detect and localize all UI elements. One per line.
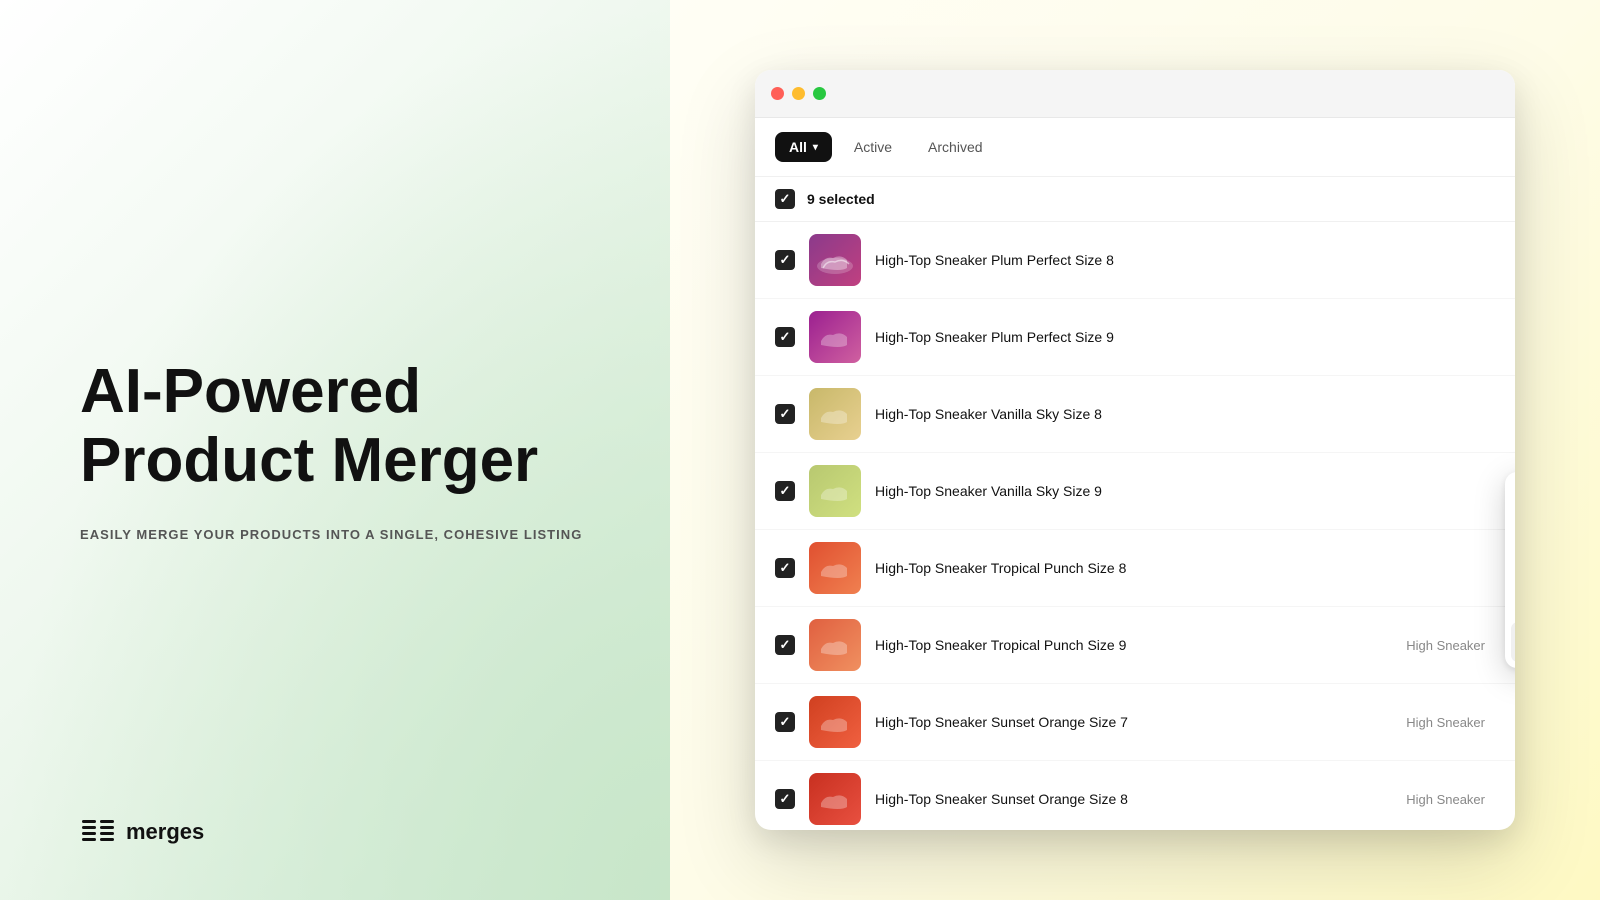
product-name-4: High-Top Sneaker Vanilla Sky Size 9 [875,483,1495,499]
menu-item-archive[interactable]: Archive Products [1511,478,1515,514]
row-checkbox-7[interactable] [775,712,795,732]
row-checkbox-4[interactable] [775,481,795,501]
context-menu: Archive Products Delete Products Add tag… [1505,472,1515,668]
chevron-down-icon: ▾ [813,142,818,153]
table-row: High-Top Sneaker Sunset Orange Size 8 Hi… [755,761,1515,830]
hero-subtitle: EASILY MERGE YOUR PRODUCTS INTO A SINGLE… [80,527,590,542]
product-type-6: High Sneaker [1406,638,1485,653]
table-row: High-Top Sneaker Tropical Punch Size 9 H… [755,607,1515,684]
menu-item-remove-tags[interactable]: Remove tags [1511,586,1515,622]
selected-count: 9 selected [807,191,875,207]
tab-all[interactable]: All ▾ [775,132,832,162]
product-name-8: High-Top Sneaker Sunset Orange Size 8 [875,791,1392,807]
product-name-2: High-Top Sneaker Plum Perfect Size 9 [875,329,1495,345]
app-content: All ▾ Active Archived 9 selected [755,118,1515,830]
select-all-checkbox[interactable] [775,189,795,209]
hero-title: AI-Powered Product Merger [80,358,590,494]
tab-active[interactable]: Active [840,132,906,162]
product-image-8 [809,773,861,825]
table-row: High-Top Sneaker Plum Perfect Size 8 Arc… [755,222,1515,299]
product-type-8: High Sneaker [1406,792,1485,807]
menu-item-add-tags[interactable]: Add tags [1511,550,1515,586]
table-row: High-Top Sneaker Plum Perfect Size 9 [755,299,1515,376]
merges-logo-icon [80,814,116,850]
tabs-bar: All ▾ Active Archived [755,118,1515,177]
minimize-button[interactable] [792,87,805,100]
logo-text: merges [126,819,204,845]
tab-archived[interactable]: Archived [914,132,996,162]
title-bar [755,70,1515,118]
product-image-5 [809,542,861,594]
row-checkbox-3[interactable] [775,404,795,424]
row-checkbox-1[interactable] [775,250,795,270]
app-window: All ▾ Active Archived 9 selected [755,70,1515,830]
product-name-7: High-Top Sneaker Sunset Orange Size 7 [875,714,1392,730]
menu-item-merge[interactable]: Merge Products [1511,622,1515,662]
row-checkbox-5[interactable] [775,558,795,578]
product-name-5: High-Top Sneaker Tropical Punch Size 8 [875,560,1495,576]
tab-all-label: All [789,139,807,155]
product-type-7: High Sneaker [1406,715,1485,730]
menu-item-delete[interactable]: Delete Products [1511,514,1515,550]
row-checkbox-8[interactable] [775,789,795,809]
product-name-1: High-Top Sneaker Plum Perfect Size 8 [875,252,1495,268]
table-row: High-Top Sneaker Vanilla Sky Size 9 [755,453,1515,530]
product-image-6 [809,619,861,671]
product-list: High-Top Sneaker Plum Perfect Size 8 Arc… [755,222,1515,830]
table-row: High-Top Sneaker Sunset Orange Size 7 Hi… [755,684,1515,761]
left-panel: AI-Powered Product Merger EASILY MERGE Y… [0,0,670,900]
table-row: High-Top Sneaker Vanilla Sky Size 8 [755,376,1515,453]
selected-header: 9 selected [755,177,1515,222]
product-image-7 [809,696,861,748]
product-image-3 [809,388,861,440]
table-row: High-Top Sneaker Tropical Punch Size 8 [755,530,1515,607]
fullscreen-button[interactable] [813,87,826,100]
logo-area: merges [80,814,204,850]
row-checkbox-6[interactable] [775,635,795,655]
product-name-3: High-Top Sneaker Vanilla Sky Size 8 [875,406,1495,422]
product-name-6: High-Top Sneaker Tropical Punch Size 9 [875,637,1392,653]
right-panel: All ▾ Active Archived 9 selected [670,0,1600,900]
close-button[interactable] [771,87,784,100]
product-image-4 [809,465,861,517]
row-checkbox-2[interactable] [775,327,795,347]
product-image-2 [809,311,861,363]
product-image-1 [809,234,861,286]
